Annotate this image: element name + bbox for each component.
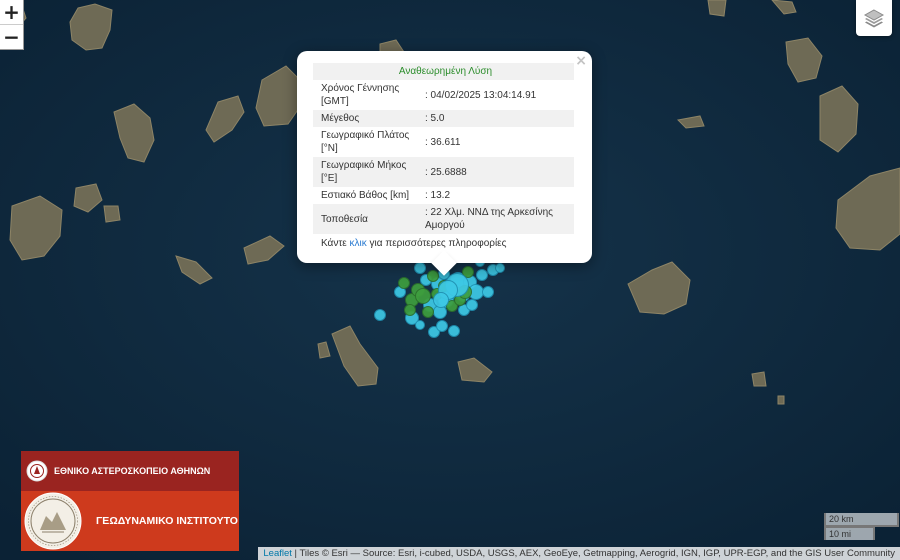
island-west-small2	[103, 205, 121, 223]
info-row: Τοποθεσία: 22 Χλμ. ΝΝΔ της Αρκεσίνης Αμο…	[313, 204, 574, 234]
info-row: Εστιακό Βάθος [km] : 13.2	[313, 187, 574, 204]
info-value: : 22 Χλμ. ΝΝΔ της Αρκεσίνης Αμοργού	[423, 204, 574, 234]
info-row: Χρόνος Γέννησης [GMT] : 04/02/2025 13:04:…	[313, 80, 574, 110]
info-value: : 36.611	[425, 136, 461, 148]
info-label: Χρόνος Γέννησης [GMT]	[321, 83, 400, 107]
zoom-out-button[interactable]: −	[0, 24, 23, 49]
minus-icon: −	[3, 25, 20, 49]
earthquake-info-table: Αναθεωρημένη Λύση Χρόνος Γέννησης [GMT]:…	[313, 63, 574, 234]
logo-top-band: ΕΘΝΙΚΟ ΑΣΤΕΡΟΣΚΟΠΕΙΟ ΑΘΗΝΩΝ	[21, 451, 239, 491]
info-label: Μέγεθος	[313, 110, 423, 127]
info-label: Τοποθεσία	[313, 204, 423, 234]
island-se-tiny	[777, 395, 785, 405]
earthquake-marker[interactable]	[414, 262, 426, 274]
info-label: Γεωγραφικό Μήκος [°E]	[313, 157, 423, 187]
earthquake-marker[interactable]	[415, 288, 431, 304]
scale-metric: 20 km	[824, 513, 899, 527]
info-value: : 25.6888	[423, 157, 574, 187]
more-info-prefix: Κάντε	[321, 238, 347, 249]
more-info-text: Κάντε κλικ για περισσότερες πληροφορίες	[313, 234, 574, 249]
info-label: Γεωγραφικό Πλάτος [°N]	[321, 130, 410, 154]
plus-icon: +	[3, 0, 20, 24]
earthquake-marker[interactable]	[422, 306, 434, 318]
earthquake-marker[interactable]	[436, 320, 448, 332]
popup-content: Αναθεωρημένη Λύση Χρόνος Γέννησης [GMT]:…	[313, 63, 574, 249]
scale-imperial: 10 mi	[824, 526, 875, 540]
layers-icon	[863, 9, 885, 28]
info-value: : 04/02/2025 13:04:14.91	[425, 89, 537, 101]
scale-bar: 20 km 10 mi	[824, 513, 899, 540]
more-info-link[interactable]: κλικ	[350, 238, 367, 249]
logo-top-text: ΕΘΝΙΚΟ ΑΣΤΕΡΟΣΚΟΠΕΙΟ ΑΘΗΝΩΝ	[54, 466, 211, 476]
earthquake-marker[interactable]	[415, 320, 425, 330]
earthquake-marker[interactable]	[482, 286, 494, 298]
more-info-suffix: για περισσότερες πληροφορίες	[369, 238, 507, 249]
noa-emblem-icon	[26, 460, 48, 482]
earthquake-marker[interactable]	[466, 299, 478, 311]
leaflet-link[interactable]: Leaflet	[263, 548, 292, 559]
earthquake-marker[interactable]	[427, 270, 439, 282]
island-top-right	[707, 0, 727, 17]
popup-close-button[interactable]: ×	[575, 53, 587, 69]
layers-button[interactable]	[856, 0, 892, 36]
earthquake-popup: × Αναθεωρημένη Λύση Χρόνος Γέννησης [GMT…	[297, 51, 592, 276]
info-row: Γεωγραφικό Πλάτος [°N] : 36.611	[313, 127, 574, 157]
info-row: Γεωγραφικό Μήκος [°E]: 25.6888	[313, 157, 574, 187]
logo-bottom-text: ΓΕΩΔΥΝΑΜΙΚΟ ΙΝΣΤΙΤΟΥΤΟ	[96, 515, 238, 527]
info-value: : 13.2	[425, 190, 451, 201]
zoom-control: + −	[0, 0, 24, 50]
info-row: Μέγεθος: 5.0	[313, 110, 574, 127]
attribution-text: | Tiles © Esri — Source: Esri, i-cubed, …	[291, 548, 895, 559]
earthquake-marker[interactable]	[398, 277, 410, 289]
earthquake-marker[interactable]	[495, 263, 505, 273]
info-label: Εστιακό Βάθος [km]	[321, 190, 410, 201]
earthquake-marker[interactable]	[404, 304, 416, 316]
info-value: : 5.0	[423, 110, 574, 127]
map-attribution: Leaflet | Tiles © Esri — Source: Esri, i…	[258, 547, 900, 560]
earthquake-marker[interactable]	[433, 292, 449, 308]
earthquake-marker[interactable]	[374, 309, 386, 321]
geodynamic-seal-icon	[24, 492, 82, 550]
popup-title-row: Αναθεωρημένη Λύση	[313, 63, 574, 80]
island-se-small	[751, 371, 767, 387]
earthquake-marker[interactable]	[448, 325, 460, 337]
zoom-in-button[interactable]: +	[0, 0, 23, 24]
noa-logo: ΕΘΝΙΚΟ ΑΣΤΕΡΟΣΚΟΠΕΙΟ ΑΘΗΝΩΝ ΓΕΩΔΥΝΑΜΙΚΟ …	[21, 451, 239, 551]
popup-title: Αναθεωρημένη Λύση	[313, 63, 574, 80]
logo-bottom-band: ΓΕΩΔΥΝΑΜΙΚΟ ΙΝΣΤΙΤΟΥΤΟ	[21, 491, 239, 551]
